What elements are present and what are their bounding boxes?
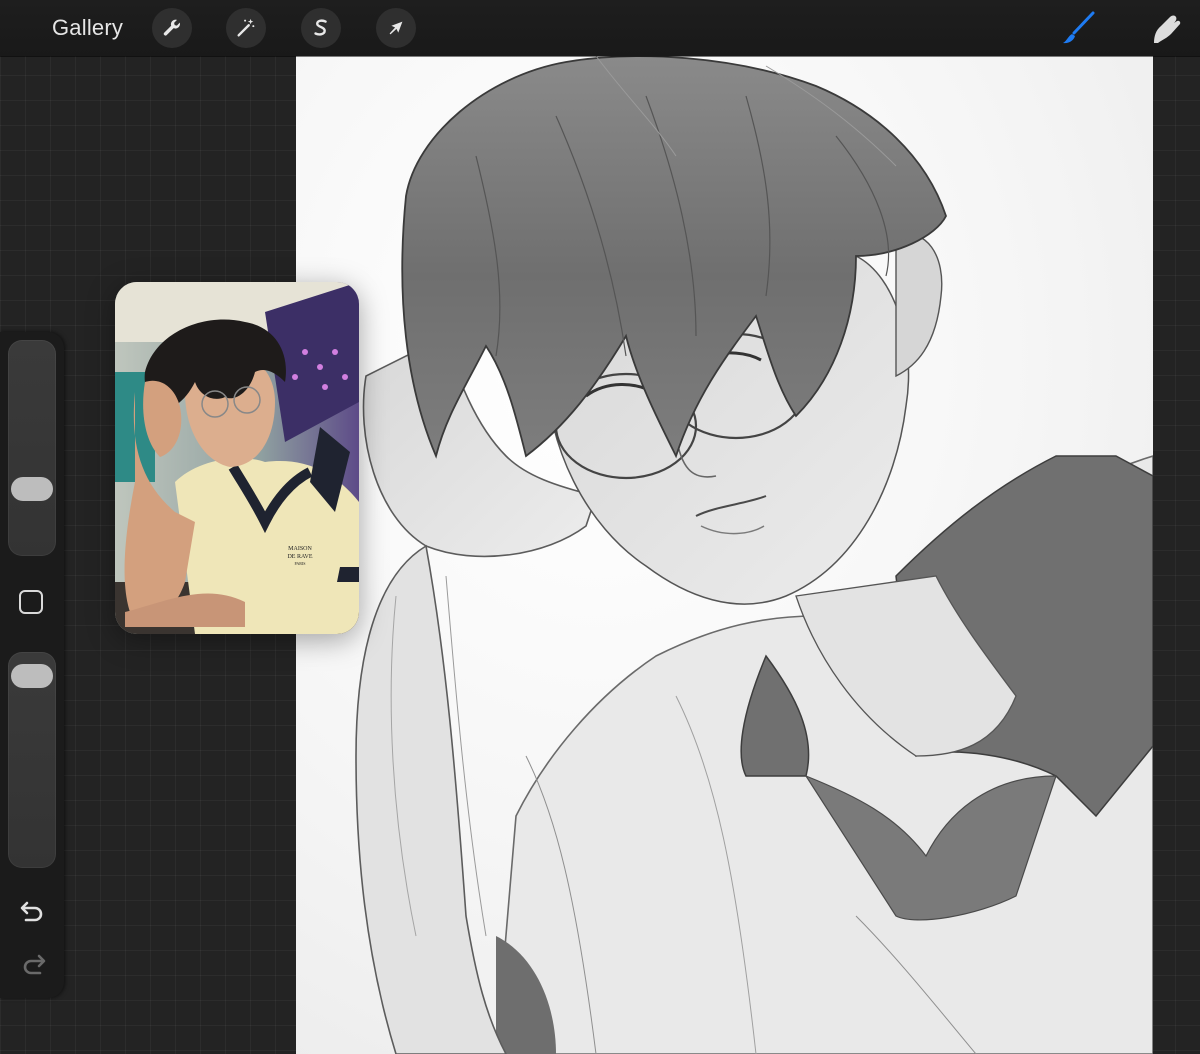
gallery-button[interactable]: Gallery (52, 15, 123, 41)
smudge-finger-icon (1154, 15, 1181, 43)
opacity-thumb[interactable] (11, 664, 53, 689)
reference-photo[interactable]: MAISON DE RAVE PARIS (115, 282, 359, 634)
sidebar (0, 332, 64, 998)
brush-size-thumb[interactable] (11, 476, 53, 501)
wrench-icon (163, 19, 180, 36)
arrow-cursor-icon (389, 21, 403, 35)
modify-button[interactable] (19, 590, 43, 614)
selection-s-icon (314, 19, 327, 36)
undo-icon[interactable] (18, 896, 48, 926)
opacity-slider[interactable] (8, 652, 56, 868)
redo-icon[interactable] (18, 949, 48, 979)
transform-button[interactable] (376, 8, 416, 48)
sketch-artwork (296, 56, 1153, 1054)
top-toolbar: Gallery (0, 0, 1200, 56)
shirt-print-line1: MAISON (288, 546, 312, 552)
actions-button[interactable] (152, 8, 192, 48)
reference-photo-image: MAISON DE RAVE PARIS (115, 282, 359, 634)
shirt-print-line2: DE RAVE (287, 554, 312, 560)
magic-wand-icon (237, 18, 255, 37)
brush-icon (1063, 11, 1095, 44)
selection-button[interactable] (301, 8, 341, 48)
adjustments-button[interactable] (226, 8, 266, 48)
shirt-print-line3: PARIS (295, 561, 306, 566)
brush-button[interactable] (1058, 8, 1098, 48)
smudge-button[interactable] (1146, 8, 1186, 48)
drawing-canvas[interactable] (296, 56, 1153, 1054)
brush-size-slider[interactable] (8, 340, 56, 556)
